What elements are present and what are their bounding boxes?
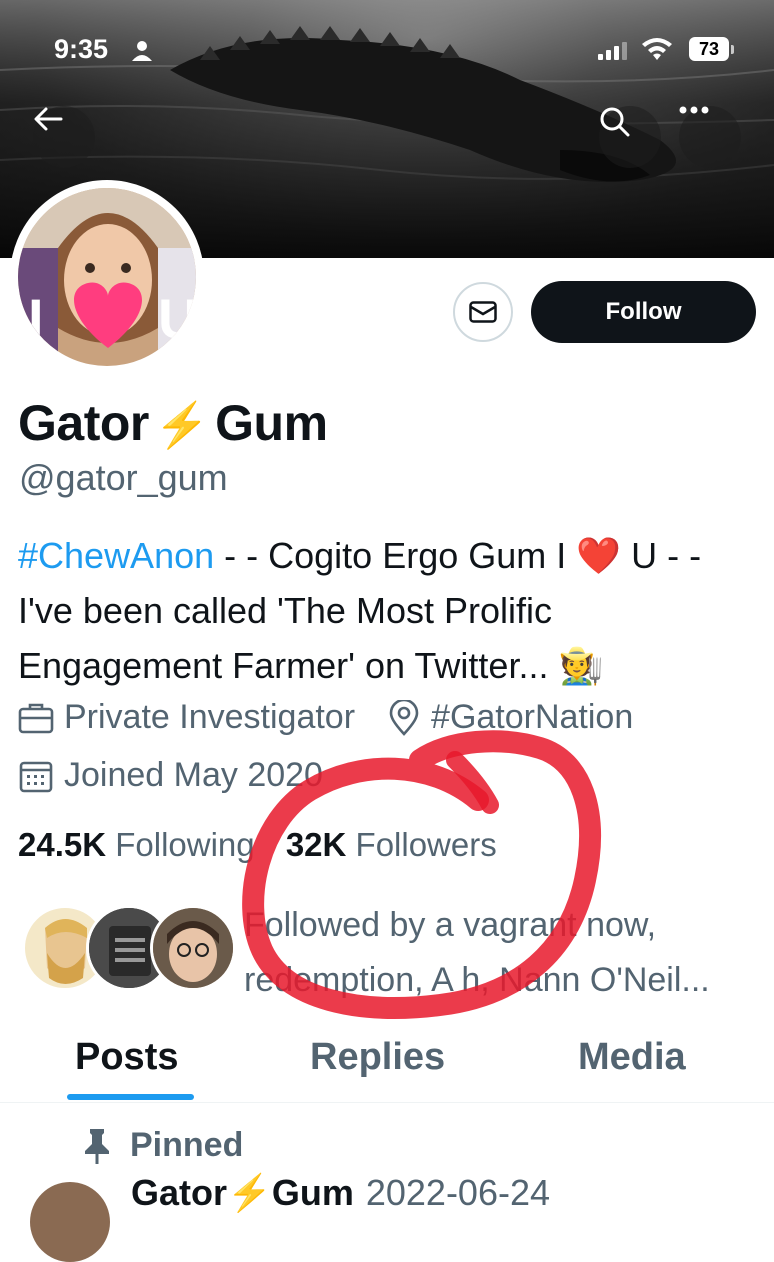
wifi-icon	[642, 38, 672, 60]
more-icon	[679, 106, 709, 114]
search-icon	[600, 107, 630, 137]
profile-joined-row: Joined May 2020	[18, 756, 323, 795]
followed-by-avatars[interactable]	[22, 905, 236, 995]
profile-avatar[interactable]: I U	[10, 180, 204, 374]
name-first: Gator	[18, 395, 149, 451]
profile-name: Gator ⚡ Gum	[18, 394, 328, 452]
heart-emoji: ❤️	[576, 535, 622, 576]
cellular-signal-icon	[598, 42, 627, 60]
calendar-icon	[19, 761, 53, 792]
followers-label: Followers	[355, 826, 497, 863]
follower-avatar-3	[150, 905, 236, 991]
back-button[interactable]	[33, 106, 95, 168]
profile-location-link[interactable]: #GatorNation	[431, 698, 633, 737]
svg-text:U: U	[158, 287, 196, 350]
profile-joined-date: Joined May 2020	[64, 756, 323, 794]
follow-counts: 24.5K Following 32K Followers	[18, 826, 497, 864]
tab-posts[interactable]: Posts	[75, 1036, 178, 1079]
svg-text:I: I	[28, 287, 44, 350]
profile-meta-row: Private Investigator #GatorNation	[18, 698, 633, 737]
person-icon	[132, 41, 152, 61]
post-date: 2022-06-24	[365, 1172, 551, 1213]
follow-button[interactable]: Follow	[531, 281, 756, 343]
name-last: Gum	[215, 395, 328, 451]
followers-count: 32K	[285, 826, 347, 863]
status-bar: 9:35 73	[0, 32, 774, 72]
pinned-label: Pinned	[82, 1126, 243, 1165]
avatar-photo: I U	[18, 188, 196, 366]
following-count: 24.5K	[18, 826, 107, 863]
profile-handle: @gator_gum	[19, 457, 228, 498]
profile-tabs: Posts Replies Media	[0, 1030, 774, 1103]
status-time: 9:35	[54, 34, 109, 64]
active-tab-indicator	[67, 1094, 194, 1100]
tab-replies[interactable]: Replies	[310, 1036, 445, 1079]
farmer-emoji: 🧑‍🌾	[558, 645, 604, 686]
search-button[interactable]	[599, 106, 661, 168]
post-author-name-last[interactable]: Gum	[272, 1172, 354, 1213]
back-arrow-icon	[34, 107, 63, 131]
lightning-bolt-emoji: ⚡	[154, 401, 210, 450]
battery-tip	[731, 45, 734, 54]
post-author-name-first[interactable]: Gator	[131, 1172, 227, 1213]
more-options-button[interactable]	[679, 106, 741, 168]
following-label: Following	[115, 826, 255, 863]
followed-by-text[interactable]: Followed by a vagrant now, redemption, A…	[244, 898, 764, 1008]
profile-profession: Private Investigator	[64, 698, 356, 736]
post-header: Gator⚡Gum 2022-06-24	[131, 1172, 550, 1214]
following-link[interactable]: 24.5K Following	[18, 826, 255, 863]
pin-icon	[85, 1128, 109, 1164]
bio-hashtag-link[interactable]: #ChewAnon	[18, 535, 214, 576]
post-author-avatar[interactable]	[30, 1182, 110, 1262]
profile-bio: #ChewAnon - - Cogito Ergo Gum I ❤️ U - -…	[18, 528, 758, 693]
message-button[interactable]	[453, 282, 513, 342]
bio-text-1: - - Cogito Ergo Gum I	[214, 535, 577, 576]
tab-media[interactable]: Media	[578, 1036, 686, 1079]
mail-icon	[469, 301, 497, 323]
battery-indicator: 73	[689, 37, 729, 61]
pinned-text: Pinned	[130, 1126, 244, 1164]
briefcase-icon	[18, 703, 54, 733]
location-pin-icon	[389, 699, 419, 736]
post-bolt-emoji: ⚡	[227, 1172, 272, 1213]
followers-link[interactable]: 32K Followers	[286, 826, 497, 863]
